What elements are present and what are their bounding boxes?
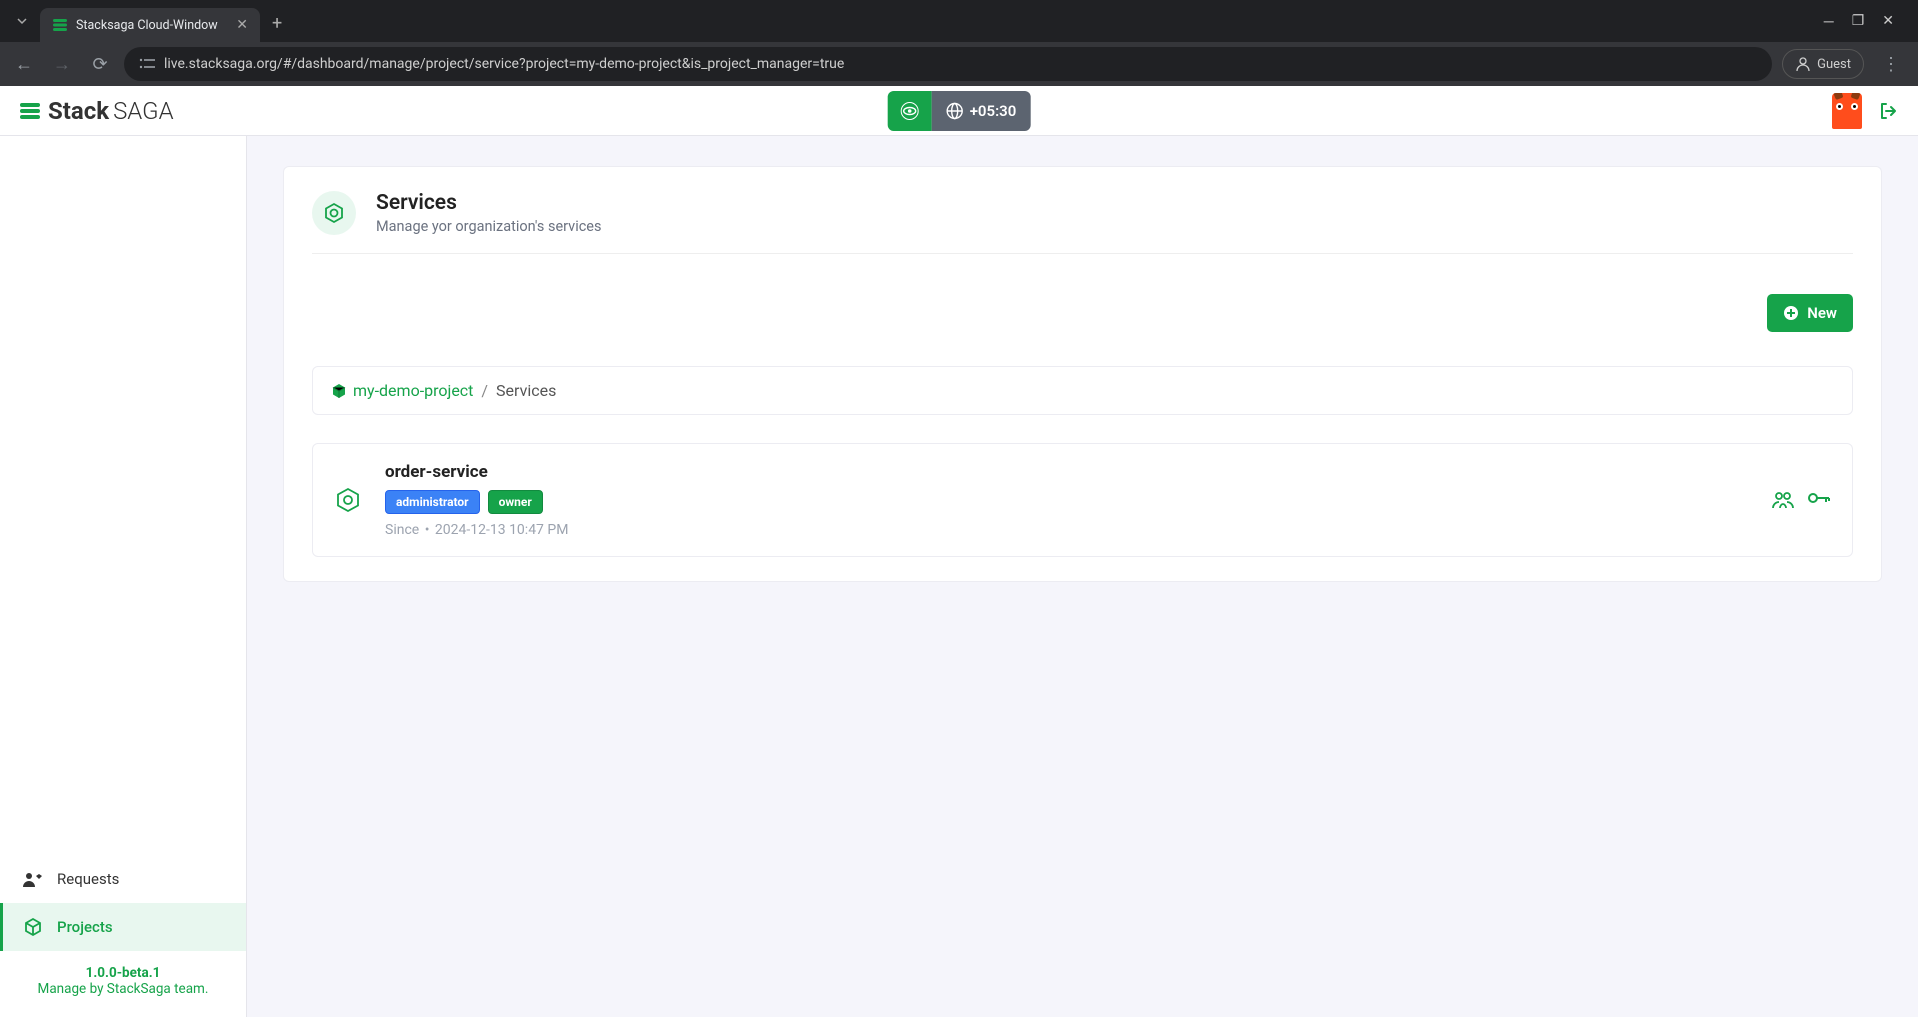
logo-mark-icon — [20, 103, 40, 119]
new-tab-button[interactable]: + — [260, 13, 294, 34]
minimize-icon[interactable]: ─ — [1824, 13, 1834, 30]
guest-label: Guest — [1817, 57, 1851, 72]
profile-pill[interactable]: Guest — [1782, 49, 1864, 79]
projects-icon — [23, 917, 43, 937]
plus-circle-icon — [1783, 305, 1799, 321]
breadcrumb-current: Services — [496, 381, 556, 400]
page-header: Services Manage yor organization's servi… — [312, 191, 1853, 254]
sidebar-item-label: Projects — [57, 918, 113, 936]
new-button-label: New — [1807, 304, 1837, 322]
sidebar: Requests Projects 1.0.0-beta.1 Manage by… — [0, 136, 247, 1017]
services-icon — [312, 191, 356, 235]
breadcrumb-project-link[interactable]: my-demo-project — [331, 381, 473, 400]
logo-text-light: SAGA — [113, 97, 174, 125]
person-icon — [1795, 56, 1811, 72]
globe-icon — [946, 102, 964, 120]
tab-close-icon[interactable]: ✕ — [236, 17, 248, 33]
service-row[interactable]: order-service administrator owner Since … — [312, 443, 1853, 557]
badge-administrator: administrator — [385, 490, 480, 514]
app-viewport: StackSAGA +05:30 — [0, 86, 1918, 1017]
since-text: Since • 2024-12-13 10:47 PM — [385, 522, 1748, 538]
logo-text-bold: Stack — [48, 97, 109, 125]
sidebar-item-projects[interactable]: Projects — [0, 903, 246, 951]
tab-dropdown[interactable] — [8, 7, 36, 35]
page-subtitle: Manage yor organization's services — [376, 218, 601, 235]
chrome-menu-icon[interactable]: ⋮ — [1874, 54, 1908, 75]
url-text: live.stacksaga.org/#/dashboard/manage/pr… — [164, 56, 844, 72]
members-icon[interactable] — [1772, 491, 1794, 509]
sidebar-footer: 1.0.0-beta.1 Manage by StackSaga team. — [0, 951, 246, 1017]
app-header: StackSAGA +05:30 — [0, 86, 1918, 136]
browser-tab[interactable]: Stacksaga Cloud-Window ✕ — [40, 8, 260, 42]
sidebar-item-requests[interactable]: Requests — [0, 855, 246, 903]
header-center: +05:30 — [888, 91, 1031, 131]
main-content: Services Manage yor organization's servi… — [247, 136, 1918, 1017]
tab-favicon — [52, 17, 68, 33]
forward-button[interactable]: → — [48, 50, 76, 78]
service-name: order-service — [385, 462, 1748, 482]
url-field[interactable]: live.stacksaga.org/#/dashboard/manage/pr… — [124, 47, 1772, 81]
version-text: 1.0.0-beta.1 — [0, 965, 246, 981]
avatar[interactable] — [1832, 93, 1862, 129]
badge-owner: owner — [488, 490, 543, 514]
timezone-label: +05:30 — [970, 102, 1017, 120]
logo[interactable]: StackSAGA — [20, 97, 174, 125]
logout-icon[interactable] — [1878, 101, 1898, 121]
breadcrumb: my-demo-project / Services — [312, 366, 1853, 415]
eye-button[interactable] — [888, 91, 932, 131]
managed-by-text: Manage by StackSaga team. — [0, 981, 246, 997]
new-button[interactable]: New — [1767, 294, 1853, 332]
timezone-button[interactable]: +05:30 — [932, 91, 1031, 131]
window-controls: ─ ❐ ✕ — [1824, 13, 1910, 30]
breadcrumb-separator: / — [481, 381, 488, 400]
close-window-icon[interactable]: ✕ — [1882, 13, 1894, 29]
sidebar-item-label: Requests — [57, 870, 119, 888]
address-bar: ← → ⟳ live.stacksaga.org/#/dashboard/man… — [0, 42, 1918, 86]
requests-icon — [23, 871, 43, 887]
key-icon[interactable] — [1808, 491, 1830, 509]
reload-button[interactable]: ⟳ — [86, 50, 114, 78]
page-title: Services — [376, 191, 601, 215]
back-button[interactable]: ← — [10, 50, 38, 78]
browser-chrome: Stacksaga Cloud-Window ✕ + ─ ❐ ✕ ← → ⟳ l… — [0, 0, 1918, 86]
cube-icon — [331, 383, 347, 399]
maximize-icon[interactable]: ❐ — [1852, 13, 1865, 29]
tab-title: Stacksaga Cloud-Window — [76, 18, 228, 33]
service-icon — [335, 487, 361, 513]
tab-bar: Stacksaga Cloud-Window ✕ + ─ ❐ ✕ — [0, 0, 1918, 42]
site-info-icon[interactable] — [138, 57, 156, 71]
